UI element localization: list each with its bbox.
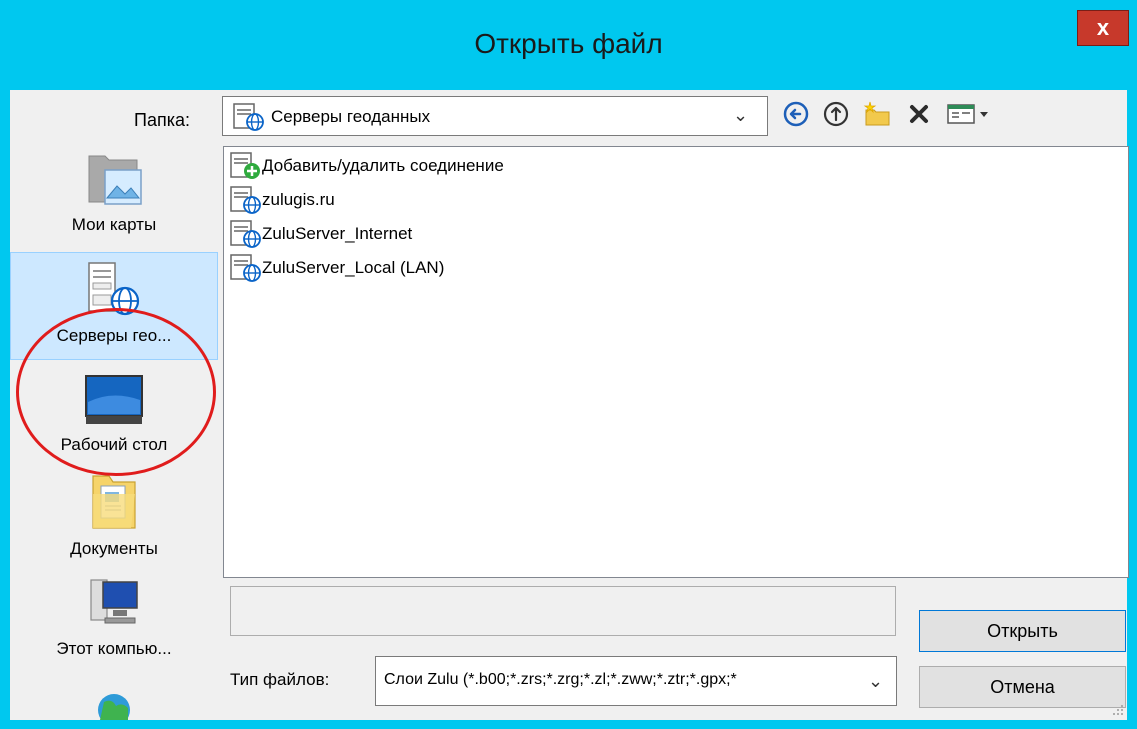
place-network[interactable] bbox=[10, 680, 218, 720]
view-menu-button[interactable] bbox=[942, 96, 998, 132]
file-name: zulugis.ru bbox=[262, 190, 335, 209]
file-type-value: Слои Zulu (*.b00;*.zrs;*.zrg;*.zl;*.zww;… bbox=[384, 671, 737, 688]
list-item[interactable]: ZuluServer_Local (LAN) bbox=[228, 253, 444, 283]
place-documents[interactable]: Документы bbox=[10, 470, 218, 572]
add-connection-icon bbox=[228, 151, 262, 181]
close-icon: x bbox=[1096, 15, 1110, 40]
open-button[interactable]: Открыть bbox=[919, 610, 1126, 652]
list-item[interactable]: zulugis.ru bbox=[228, 185, 335, 215]
geo-server-icon bbox=[231, 102, 265, 137]
new-folder-button[interactable] bbox=[860, 96, 896, 132]
file-type-label: Тип файлов: bbox=[230, 670, 330, 689]
places-bar: Мои карты Серверы гео... Рабочий стол До… bbox=[10, 140, 218, 720]
place-my-maps[interactable]: Мои карты bbox=[10, 150, 218, 250]
my-maps-folder-icon bbox=[88, 155, 142, 205]
computer-icon bbox=[90, 579, 138, 624]
documents-folder-icon bbox=[92, 475, 136, 529]
up-arrow-icon bbox=[823, 101, 849, 127]
place-desktop[interactable]: Рабочий стол bbox=[10, 372, 218, 472]
back-arrow-icon bbox=[783, 101, 809, 127]
close-button[interactable]: x bbox=[1077, 10, 1129, 46]
file-name: Добавить/удалить соединение bbox=[262, 156, 504, 175]
dialog-body: Папка: Серверы геоданных ⌄ Мои карты Сер… bbox=[10, 90, 1129, 720]
folder-combobox-value: Серверы геоданных bbox=[271, 107, 431, 126]
delete-icon bbox=[910, 105, 928, 123]
back-button[interactable] bbox=[778, 96, 814, 132]
folder-combobox[interactable]: Серверы геоданных ⌄ bbox=[222, 96, 768, 136]
file-name: ZuluServer_Internet bbox=[262, 224, 413, 243]
globe-icon bbox=[98, 694, 130, 720]
server-globe-icon bbox=[228, 253, 262, 283]
title-bar: Открыть файл x bbox=[0, 0, 1137, 90]
file-name-input[interactable] bbox=[230, 586, 896, 636]
place-computer[interactable]: Этот компью... bbox=[10, 574, 218, 680]
place-label: Мои карты bbox=[71, 215, 157, 234]
folder-label-text: Папка: bbox=[134, 110, 190, 130]
view-menu-icon bbox=[947, 104, 988, 124]
delete-button[interactable] bbox=[902, 96, 936, 132]
server-globe-icon bbox=[228, 185, 262, 215]
cancel-button[interactable]: Отмена bbox=[919, 666, 1126, 708]
window-title: Открыть файл bbox=[474, 28, 663, 59]
place-label: Серверы гео... bbox=[56, 326, 172, 345]
up-button[interactable] bbox=[818, 96, 854, 132]
place-geo-servers[interactable]: Серверы гео... bbox=[10, 252, 218, 360]
folder-label: Папка: bbox=[134, 110, 190, 131]
chevron-down-icon[interactable]: ⌄ bbox=[733, 105, 748, 126]
place-label: Рабочий стол bbox=[60, 435, 168, 454]
new-folder-icon bbox=[863, 101, 890, 126]
list-item[interactable]: ZuluServer_Internet bbox=[228, 219, 412, 249]
desktop-monitor-icon bbox=[85, 375, 143, 424]
file-name: ZuluServer_Local (LAN) bbox=[262, 258, 445, 277]
place-label: Этот компью... bbox=[56, 639, 172, 658]
resize-grip-icon[interactable] bbox=[1110, 702, 1124, 716]
place-label: Документы bbox=[70, 539, 158, 558]
chevron-down-icon[interactable]: ⌄ bbox=[868, 671, 883, 692]
file-type-select[interactable]: Слои Zulu (*.b00;*.zrs;*.zrg;*.zl;*.zww;… bbox=[375, 656, 897, 706]
file-list[interactable]: Добавить/удалить соединение zulugis.ru Z… bbox=[223, 146, 1129, 578]
server-globe-icon bbox=[228, 219, 262, 249]
list-item[interactable]: Добавить/удалить соединение bbox=[228, 151, 504, 181]
geo-servers-icon bbox=[88, 262, 140, 316]
